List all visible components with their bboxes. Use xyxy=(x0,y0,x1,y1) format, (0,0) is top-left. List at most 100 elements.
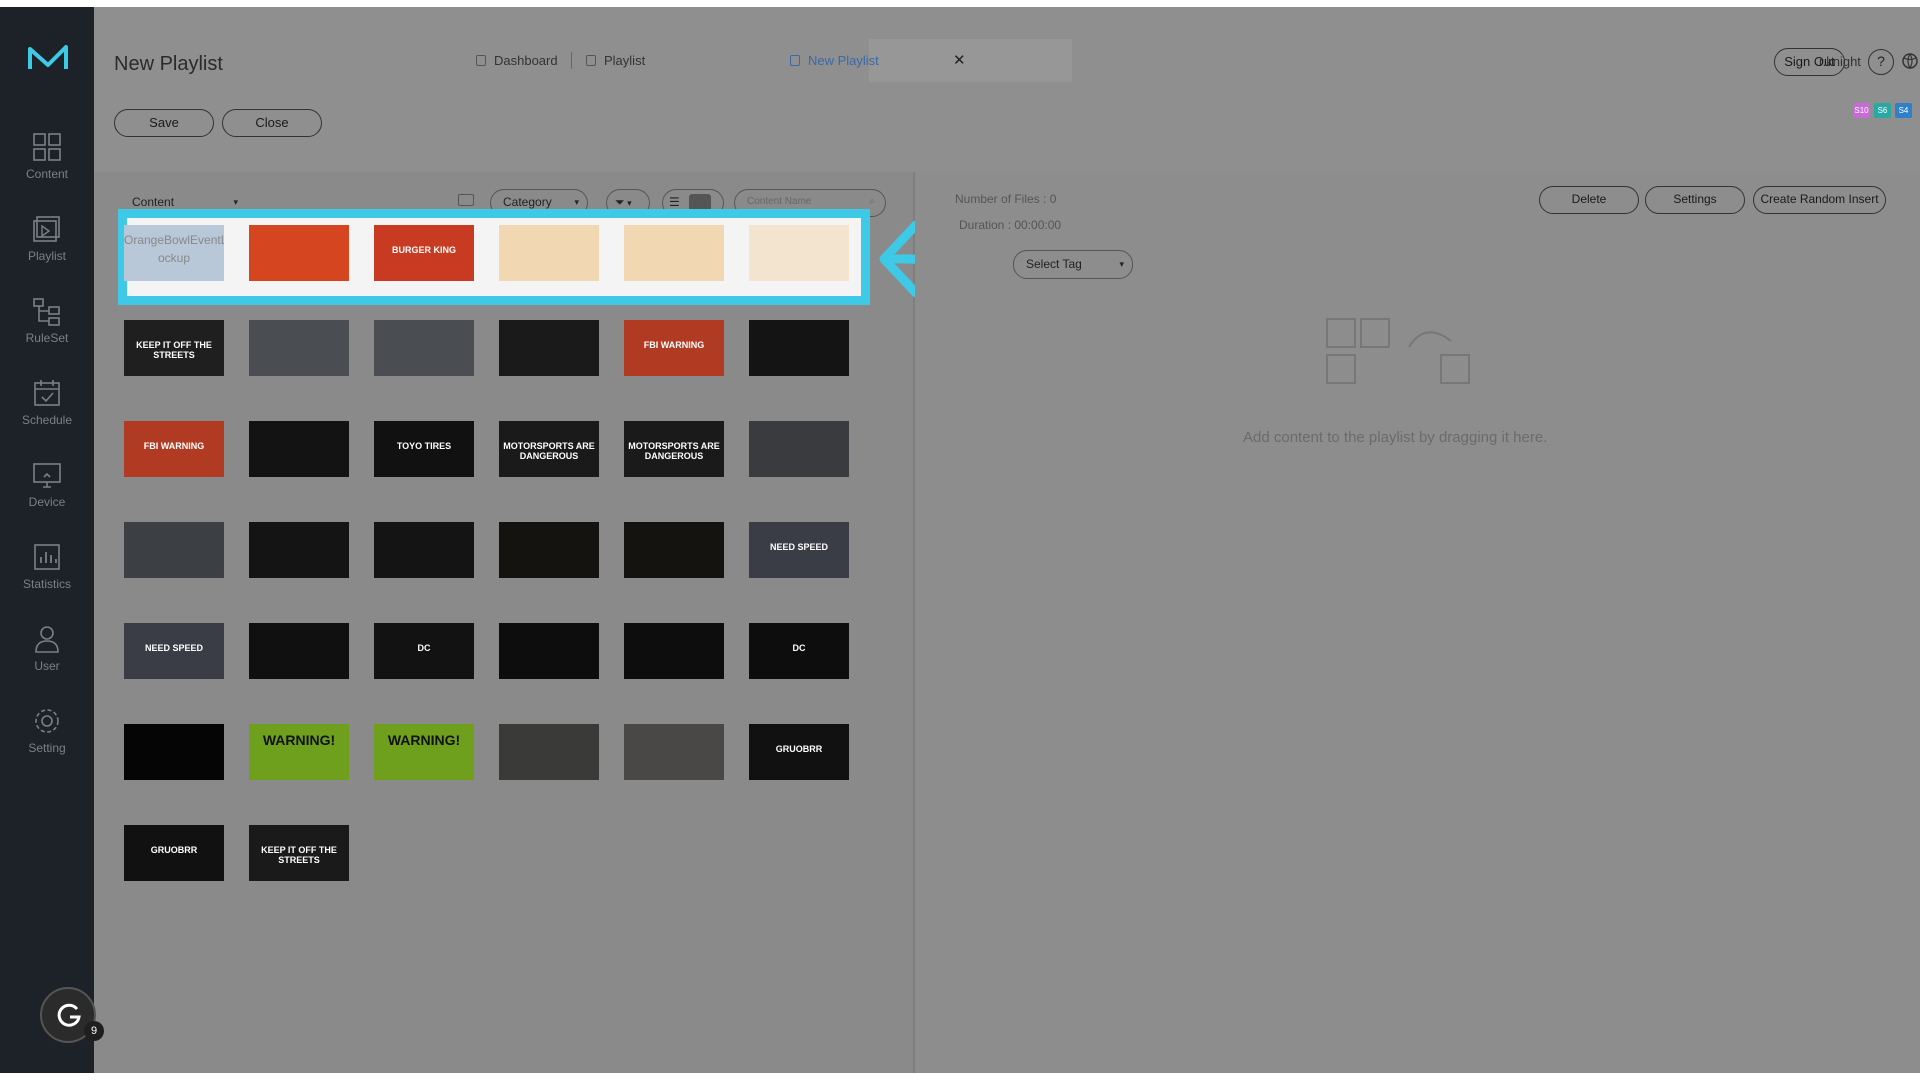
close-tab-icon[interactable]: ✕ xyxy=(953,51,966,69)
content-thumbnail[interactable] xyxy=(249,522,349,578)
thumbnail-label: FBI WARNING xyxy=(143,441,205,451)
tab-new-playlist[interactable]: New Playlist xyxy=(790,53,879,68)
content-thumbnail[interactable]: WARNING! xyxy=(374,724,474,780)
thumbnail-label: NEED SPEED xyxy=(769,542,829,552)
thumbnail-label xyxy=(624,522,724,542)
device-badge: S6 xyxy=(1874,103,1891,118)
content-thumbnail[interactable]: KEEP IT OFF THE STREETS xyxy=(124,320,224,376)
header-bar: New Playlist Dashboard Playlist New Play… xyxy=(94,7,1920,82)
sidebar-item-user[interactable]: User xyxy=(0,623,94,695)
content-thumbnail[interactable]: GRUOBRR xyxy=(124,825,224,881)
content-thumbnail[interactable] xyxy=(249,225,349,281)
content-thumbnail[interactable] xyxy=(249,320,349,376)
user-icon xyxy=(35,626,59,653)
content-select-value: Content xyxy=(132,195,175,209)
thumbnail-label xyxy=(749,320,849,340)
sidebar-item-label: Setting xyxy=(28,741,66,755)
thumbnail-label xyxy=(249,225,349,245)
sidebar-item-label: Playlist xyxy=(27,249,66,263)
content-thumbnail[interactable] xyxy=(749,421,849,477)
content-thumbnail[interactable] xyxy=(624,225,724,281)
content-thumbnail[interactable]: MOTORSPORTS ARE DANGEROUS xyxy=(624,421,724,477)
content-thumbnail[interactable] xyxy=(499,225,599,281)
content-thumbnail[interactable] xyxy=(374,320,474,376)
thumbnail-label xyxy=(374,320,474,340)
app-window: Content Playlist RuleSet Schedule Device Stat… xyxy=(0,7,1920,1073)
content-thumbnail[interactable]: NEED SPEED xyxy=(124,623,224,679)
tab-dashboard[interactable]: Dashboard xyxy=(476,53,558,68)
thumbnail-label: BURGER KING xyxy=(391,245,456,255)
tab-label: Dashboard xyxy=(494,53,558,68)
number-of-files: Number of Files : 0 xyxy=(955,192,1057,206)
sidebar-item-setting[interactable]: Setting xyxy=(0,705,94,777)
category-select-value: Category xyxy=(503,195,552,209)
content-thumbnail[interactable] xyxy=(624,724,724,780)
content-thumbnail[interactable]: OrangeBowlEventL ockup xyxy=(124,225,224,281)
create-random-insert-button[interactable]: Create Random Insert xyxy=(1753,186,1886,214)
badge-row: S10 S6 S4 xyxy=(1853,103,1912,118)
list-view-icon[interactable]: ☰ xyxy=(669,195,680,209)
sidebar-item-statistics[interactable]: Statistics xyxy=(0,541,94,613)
bar-chart-icon xyxy=(34,544,60,570)
sidebar-item-label: Content xyxy=(25,167,69,181)
content-thumbnail[interactable] xyxy=(624,623,724,679)
content-thumbnail[interactable]: NEED SPEED xyxy=(749,522,849,578)
content-thumbnail[interactable] xyxy=(749,225,849,281)
content-thumbnail[interactable] xyxy=(249,623,349,679)
content-thumbnail[interactable] xyxy=(124,724,224,780)
tab-playlist[interactable]: Playlist xyxy=(586,53,645,68)
content-thumbnail[interactable]: DC xyxy=(374,623,474,679)
content-thumbnail[interactable]: BURGER KING xyxy=(374,225,474,281)
thumbnail-label: GRUOBRR xyxy=(150,845,198,855)
close-button[interactable]: Close xyxy=(222,109,322,137)
content-thumbnail[interactable] xyxy=(499,724,599,780)
ruleset-icon xyxy=(33,298,60,326)
content-thumbnail[interactable]: MOTORSPORTS ARE DANGEROUS xyxy=(499,421,599,477)
thumbnail-label xyxy=(749,421,849,441)
content-thumbnail[interactable]: KEEP IT OFF THE STREETS xyxy=(249,825,349,881)
thumbnail-label xyxy=(499,225,599,245)
content-thumbnail[interactable]: FBI WARNING xyxy=(624,320,724,376)
sidebar-item-label: Device xyxy=(28,495,66,509)
content-thumbnail[interactable]: WARNING! xyxy=(249,724,349,780)
globe-icon[interactable] xyxy=(1901,52,1919,70)
delete-button[interactable]: Delete xyxy=(1539,186,1639,214)
folder-icon[interactable] xyxy=(458,194,474,206)
sidebar-item-playlist[interactable]: Playlist xyxy=(0,213,94,285)
playlist-tab-icon xyxy=(586,55,596,66)
sidebar-item-device[interactable]: Device xyxy=(0,459,94,531)
tag-select[interactable]: Select Tag ▾ xyxy=(1013,250,1133,279)
thumbnail-label: MOTORSPORTS ARE DANGEROUS xyxy=(628,441,720,461)
content-thumbnail[interactable] xyxy=(499,623,599,679)
playlist-icon xyxy=(33,216,60,242)
content-thumbnail[interactable] xyxy=(374,522,474,578)
search-placeholder: Content Name xyxy=(747,196,812,207)
content-thumbnail[interactable]: FBI WARNING xyxy=(124,421,224,477)
thumbnail-label xyxy=(499,724,599,744)
sidebar: Content Playlist RuleSet Schedule Device Stat… xyxy=(0,7,94,1073)
content-thumbnail[interactable] xyxy=(749,320,849,376)
app-logo[interactable] xyxy=(26,43,70,73)
content-thumbnail[interactable]: DC xyxy=(749,623,849,679)
thumbnail-label: KEEP IT OFF THE STREETS xyxy=(136,340,212,360)
content-thumbnail[interactable] xyxy=(499,522,599,578)
sidebar-item-label: User xyxy=(34,659,60,673)
tab-new-playlist-bg xyxy=(869,39,1072,82)
content-thumbnail[interactable]: TOYO TIRES xyxy=(374,421,474,477)
content-thumbnail[interactable] xyxy=(249,421,349,477)
content-thumbnail[interactable]: GRUOBRR xyxy=(749,724,849,780)
empty-playlist-hint: Add content to the playlist by dragging … xyxy=(1243,429,1548,446)
save-button[interactable]: Save xyxy=(114,109,214,137)
content-thumbnail[interactable] xyxy=(624,522,724,578)
content-thumbnail[interactable] xyxy=(124,522,224,578)
settings-button[interactable]: Settings xyxy=(1645,186,1745,214)
grammarly-count-badge: 9 xyxy=(84,1021,104,1041)
sign-out-button[interactable]: Sign Out xyxy=(1774,48,1845,76)
filter-icon: ⏷ xyxy=(615,195,625,209)
sidebar-item-schedule[interactable]: Schedule xyxy=(0,377,94,449)
sidebar-item-content[interactable]: Content xyxy=(0,131,94,203)
content-thumbnail[interactable] xyxy=(499,320,599,376)
help-icon[interactable]: ? xyxy=(1868,49,1894,75)
sidebar-item-ruleset[interactable]: RuleSet xyxy=(0,295,94,367)
thumbnail-label: MOTORSPORTS ARE DANGEROUS xyxy=(503,441,595,461)
